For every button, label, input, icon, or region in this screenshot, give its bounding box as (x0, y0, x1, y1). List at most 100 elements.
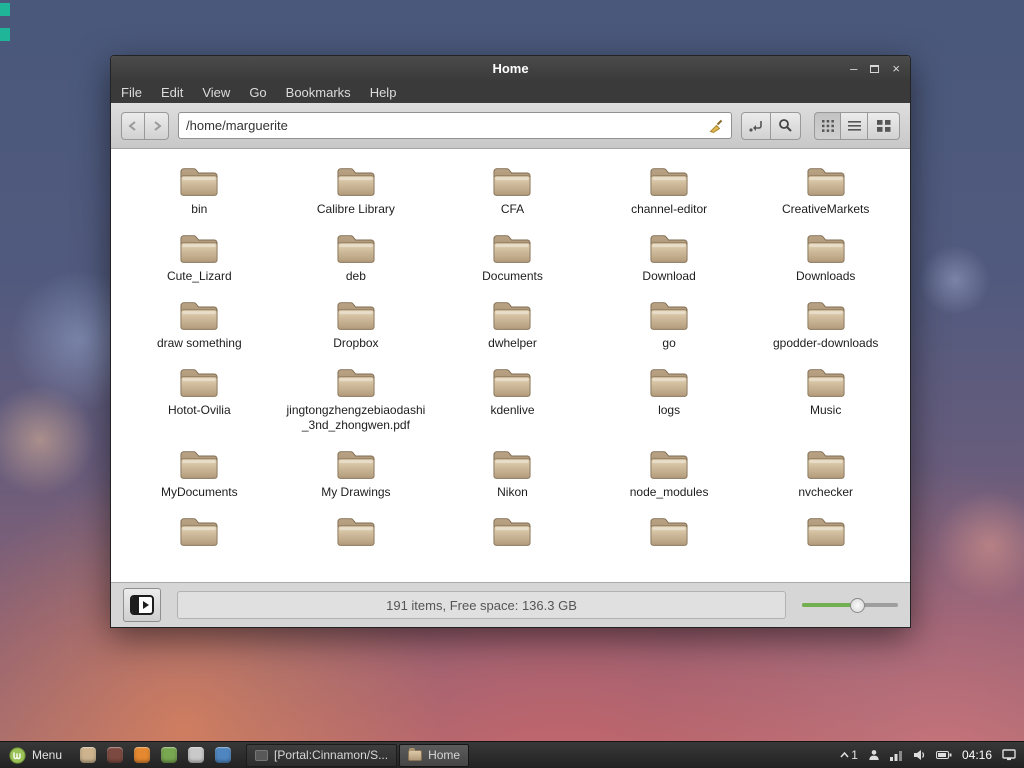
list-view-button[interactable] (841, 112, 868, 140)
location-entry[interactable]: /home/marguerite (178, 112, 732, 139)
user-applet[interactable] (868, 749, 880, 761)
menu-button[interactable]: Menu (0, 742, 71, 768)
file-item[interactable]: Downloads (747, 224, 904, 291)
launcher-icon-app-green[interactable] (160, 746, 178, 764)
file-item[interactable] (278, 507, 435, 560)
file-item[interactable]: jingtongzhengzebiaodashi_3nd_zhongwen.pd… (278, 358, 435, 439)
file-item[interactable]: node_modules (591, 440, 748, 507)
toggle-location-entry-button[interactable] (741, 112, 771, 140)
maximize-button-icon[interactable] (870, 65, 879, 73)
launcher-icon-media[interactable] (106, 746, 124, 764)
file-item[interactable]: bin (121, 157, 278, 224)
file-item[interactable]: My Drawings (278, 440, 435, 507)
file-label: My Drawings (321, 485, 390, 499)
folder-icon (646, 446, 692, 484)
folder-icon (646, 230, 692, 268)
minimize-button-icon[interactable]: – (850, 62, 857, 75)
file-item[interactable]: deb (278, 224, 435, 291)
folder-icon (646, 364, 692, 402)
file-item[interactable]: Music (747, 358, 904, 439)
icon-view-grid-dots-icon (822, 120, 834, 132)
file-item[interactable] (591, 507, 748, 560)
icon-view-button[interactable] (814, 112, 841, 140)
menubar-item-go[interactable]: Go (249, 85, 266, 100)
file-item[interactable]: Calibre Library (278, 157, 435, 224)
file-item[interactable]: kdenlive (434, 358, 591, 439)
file-label: Dropbox (333, 336, 378, 350)
file-item[interactable] (434, 507, 591, 560)
forward-button[interactable] (145, 112, 169, 140)
titlebar[interactable]: Home – × (111, 56, 910, 81)
list-view-lines-icon (848, 120, 861, 132)
back-button[interactable] (121, 112, 145, 140)
launcher-icon-terminal[interactable] (187, 746, 205, 764)
file-item[interactable]: nvchecker (747, 440, 904, 507)
battery-applet[interactable] (936, 750, 952, 760)
file-label: nvchecker (798, 485, 853, 499)
menubar-item-view[interactable]: View (202, 85, 230, 100)
file-item[interactable] (121, 507, 278, 560)
file-item[interactable]: CreativeMarkets (747, 157, 904, 224)
folder-icon (803, 364, 849, 402)
file-item[interactable]: Documents (434, 224, 591, 291)
statusbar: 191 items, Free space: 136.3 GB (111, 582, 910, 627)
folder-icon (489, 163, 535, 201)
folder-icon (333, 364, 379, 402)
toggle-location-entry-icon (748, 119, 764, 133)
file-item[interactable]: draw something (121, 291, 278, 358)
monitor-icon (1002, 749, 1016, 761)
file-item[interactable]: Dropbox (278, 291, 435, 358)
volume-applet[interactable] (913, 749, 926, 761)
file-item[interactable]: channel-editor (591, 157, 748, 224)
file-item[interactable]: Hotot-Ovilia (121, 358, 278, 439)
folder-icon (333, 163, 379, 201)
file-item[interactable]: Download (591, 224, 748, 291)
menubar-item-help[interactable]: Help (370, 85, 397, 100)
zoom-slider[interactable] (802, 596, 898, 614)
menubar-item-file[interactable]: File (121, 85, 142, 100)
file-label: jingtongzhengzebiaodashi_3nd_zhongwen.pd… (285, 403, 427, 431)
taskbar-window-home[interactable]: Home (399, 744, 469, 767)
notification-count-value: 1 (851, 748, 858, 762)
file-item[interactable]: gpodder-downloads (747, 291, 904, 358)
file-item[interactable]: dwhelper (434, 291, 591, 358)
terminal-icon (255, 750, 268, 761)
location-path: /home/marguerite (186, 118, 708, 133)
search-button[interactable] (771, 112, 801, 140)
menubar-item-bookmarks[interactable]: Bookmarks (286, 85, 351, 100)
folder-icon (176, 230, 222, 268)
file-label: Download (642, 269, 695, 283)
folder-icon (803, 163, 849, 201)
file-label: channel-editor (631, 202, 707, 216)
file-item[interactable]: go (591, 291, 748, 358)
file-item[interactable]: Cute_Lizard (121, 224, 278, 291)
file-label: node_modules (630, 485, 709, 499)
clock[interactable]: 04:16 (962, 748, 992, 762)
launcher-icon-files[interactable] (79, 746, 97, 764)
file-item[interactable]: Nikon (434, 440, 591, 507)
file-item[interactable]: CFA (434, 157, 591, 224)
folder-icon (803, 230, 849, 268)
folder-icon (333, 446, 379, 484)
file-item[interactable]: logs (591, 358, 748, 439)
system-tray: 1 (840, 748, 1024, 762)
desktop[interactable]: Home – × File Edit View Go Bookmarks Help (0, 0, 1024, 741)
file-item[interactable]: MyDocuments (121, 440, 278, 507)
close-button-icon[interactable]: × (892, 62, 900, 75)
clear-location-broom-icon[interactable] (708, 118, 724, 134)
display-applet[interactable] (1002, 749, 1016, 761)
folder-icon (176, 513, 222, 551)
file-item[interactable] (747, 507, 904, 560)
menubar-item-edit[interactable]: Edit (161, 85, 183, 100)
network-applet[interactable] (890, 750, 903, 761)
notification-count[interactable]: 1 (840, 748, 858, 762)
folder-icon (489, 446, 535, 484)
taskbar-window-terminal[interactable]: [Portal:Cinnamon/S... (246, 744, 397, 767)
file-view[interactable]: binCalibre LibraryCFA channel-editor Creat… (111, 149, 910, 582)
zoom-handle[interactable] (850, 598, 865, 613)
compact-view-button[interactable] (868, 112, 900, 140)
launcher-icon-firefox[interactable] (133, 746, 151, 764)
launcher-icon-app-blue[interactable] (214, 746, 232, 764)
folder-icon (489, 297, 535, 335)
toggle-sidebar-button[interactable] (123, 588, 161, 622)
